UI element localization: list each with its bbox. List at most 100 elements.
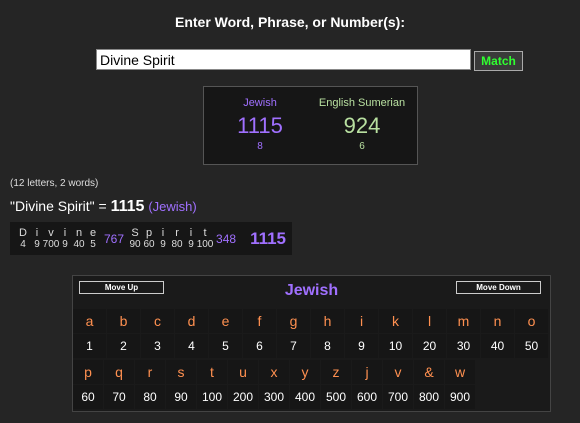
breakdown-letter: n 40 (72, 227, 86, 250)
cipher-letter-cell: a (73, 309, 106, 333)
cipher-value-cell: 3 (141, 334, 174, 358)
sumerian-score: English Sumerian 924 6 (310, 97, 414, 152)
cipher-value-cell: 20 (413, 334, 446, 358)
breakdown-letter: e5 (86, 227, 100, 250)
cipher-value-cell: 9 (345, 334, 378, 358)
breakdown-letter-value: 9 (188, 239, 194, 250)
breakdown-letter-value: 60 (143, 239, 155, 250)
cipher-letter-cell: e (209, 309, 242, 333)
cipher-letter-cell: l (413, 309, 446, 333)
breakdown-letter-value: 9 (34, 239, 40, 250)
cipher-value-cell: 600 (352, 385, 382, 409)
cipher-letter-cell: t (197, 360, 227, 384)
result-cipher[interactable]: (Jewish) (148, 199, 196, 214)
cipher-letter-cell: i (345, 309, 378, 333)
cipher-letter-cell: f (243, 309, 276, 333)
cipher-value-cell: 800 (414, 385, 444, 409)
cipher-value-cell: 200 (228, 385, 258, 409)
cipher-letter-cell: o (515, 309, 548, 333)
move-down-button[interactable]: Move Down (456, 281, 541, 294)
cipher-letter-cell: & (414, 360, 444, 384)
breakdown-letter-char: v (48, 227, 54, 239)
jewish-score-sub: 8 (257, 141, 263, 152)
cipher-letter-cell: r (135, 360, 165, 384)
sumerian-score-sub: 6 (359, 141, 365, 152)
cipher-letter-cell: j (352, 360, 382, 384)
breakdown-letter: v 700 (42, 227, 60, 250)
match-button[interactable]: Match (474, 51, 523, 71)
jewish-score-name: Jewish (243, 97, 277, 109)
cipher-letter-cell: m (447, 309, 480, 333)
breakdown-letter: S 90 (128, 227, 142, 250)
breakdown-letter-value: 100 (196, 239, 214, 250)
prompt-label: Enter Word, Phrase, or Number(s): (174, 14, 405, 30)
cipher-table: Move Up Jewish Move Down abcdefghiklmno … (72, 275, 551, 412)
search-input[interactable] (96, 49, 471, 70)
letter-word-count: (12 letters, 2 words) (10, 178, 99, 189)
breakdown-letter-char: i (35, 227, 39, 239)
breakdown-letter-char: e (89, 227, 97, 239)
result-phrase: "Divine Spirit" (10, 198, 95, 214)
word2-letters: S 90 p 60 i 9 r 80 i 9 t 100 (128, 227, 214, 250)
cipher-letter-cell: g (277, 309, 310, 333)
breakdown-letter-char: D (19, 227, 27, 239)
jewish-score-value: 1115 (237, 113, 283, 138)
cipher-letter-cell: y (290, 360, 320, 384)
breakdown-letter-char: r (175, 227, 179, 239)
cipher-value-cell: 8 (311, 334, 344, 358)
breakdown-letter-value: 90 (129, 239, 141, 250)
cipher-value-cell: 70 (104, 385, 134, 409)
cipher-value-cell: 500 (321, 385, 351, 409)
sumerian-score-value: 924 (343, 113, 381, 138)
result-line: "Divine Spirit" = 1115 (Jewish) (10, 198, 197, 216)
cipher-letter-cell: x (259, 360, 289, 384)
word2-sum: 348 (216, 231, 237, 246)
cipher-value-cell: 4 (175, 334, 208, 358)
cipher-value-cell: 7 (277, 334, 310, 358)
row1-letters: abcdefghiklmno (73, 309, 549, 333)
cipher-letter-cell: d (175, 309, 208, 333)
cipher-value-cell: 100 (197, 385, 227, 409)
breakdown-letter-value: 4 (20, 239, 26, 250)
cipher-letter-cell: u (228, 360, 258, 384)
cipher-value-cell: 300 (259, 385, 289, 409)
breakdown-letter-char: i (161, 227, 165, 239)
word1-letters: D 4 i 9 v 700 i 9 n 40 e 5 (16, 227, 100, 250)
row1-values: 1 2 3 4 5 6 7 8 9 10 20 30 40 50 (73, 334, 549, 358)
cipher-letter-cell: s (166, 360, 196, 384)
breakdown-letter: D4 (16, 227, 30, 250)
cipher-value-cell: 10 (379, 334, 412, 358)
breakdown-letter: i9 (156, 227, 170, 250)
cipher-value-cell: 6 (243, 334, 276, 358)
cipher-letter-cell: w (445, 360, 475, 384)
breakdown-letter-char: p (145, 227, 153, 239)
breakdown-letter-char: i (63, 227, 67, 239)
cipher-letter-cell: h (311, 309, 344, 333)
cipher-letter-cell: n (481, 309, 514, 333)
breakdown-letter-char: t (203, 227, 207, 239)
breakdown-letter-value: 9 (62, 239, 68, 250)
cipher-value-cell: 40 (481, 334, 514, 358)
row2-values: 60 70 80 90 100 200 300 400 500 600 700 800 900 (73, 385, 476, 409)
cipher-value-cell: 400 (290, 385, 320, 409)
result-equals: = (94, 198, 111, 214)
breakdown-letter: i9 (58, 227, 72, 250)
jewish-score: Jewish 1115 8 (228, 97, 292, 152)
breakdown-letter-char: i (189, 227, 193, 239)
breakdown-total: 1115 (250, 228, 287, 248)
cipher-letter-cell: p (73, 360, 103, 384)
cipher-letter-cell: k (379, 309, 412, 333)
row2-letters: p q r s t u x y z j v & w (73, 360, 476, 384)
breakdown-letter: p 60 (142, 227, 156, 250)
cipher-value-cell: 1 (73, 334, 106, 358)
cipher-value-cell: 80 (135, 385, 165, 409)
cipher-letter-cell: c (141, 309, 174, 333)
breakdown-letter-value: 700 (42, 239, 60, 250)
sumerian-score-name: English Sumerian (318, 97, 406, 109)
breakdown-letter-value: 40 (73, 239, 85, 250)
word1-sum: 767 (104, 231, 125, 246)
cipher-value-cell: 700 (383, 385, 413, 409)
cipher-value-cell: 60 (73, 385, 103, 409)
cipher-letter-cell: v (383, 360, 413, 384)
breakdown-letter-char: n (75, 227, 83, 239)
